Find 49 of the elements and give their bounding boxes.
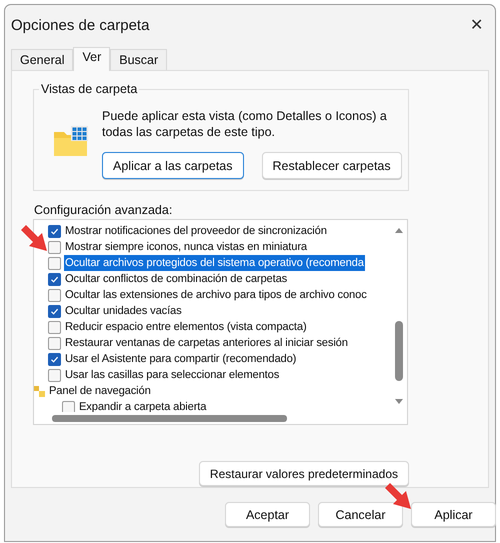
checkbox[interactable]	[48, 336, 61, 350]
option-label[interactable]: Usar las casillas para seleccionar elementos	[64, 367, 280, 383]
dialog-button[interactable]: Aplicar	[411, 502, 496, 527]
check-icon	[50, 274, 59, 284]
folder-icon	[54, 126, 88, 156]
checkbox[interactable]	[48, 272, 61, 286]
annotation-arrow	[19, 223, 49, 253]
tab[interactable]: Buscar	[110, 49, 168, 70]
checkbox[interactable]	[48, 304, 61, 318]
dialog-button[interactable]: Cancelar	[318, 502, 403, 527]
option-label[interactable]: Restaurar ventanas de carpetas anteriores al iniciar sesión	[64, 335, 349, 351]
restore-defaults-button[interactable]: Restaurar valores predeterminados	[198, 461, 409, 486]
option-label[interactable]: Reducir espacio entre elementos (vista compacta)	[64, 319, 308, 335]
group-label[interactable]: Panel de navegación	[48, 383, 152, 399]
window-title: Opciones de carpeta	[11, 16, 150, 34]
section-label: Configuración avanzada:	[34, 203, 174, 217]
checkbox[interactable]	[48, 224, 61, 238]
annotation-arrow	[383, 481, 413, 511]
scroll-down-icon[interactable]	[395, 399, 403, 404]
checkbox[interactable]	[48, 352, 61, 366]
option-label[interactable]: Ocultar unidades vacías	[64, 303, 183, 319]
check-icon	[50, 226, 59, 236]
checkbox[interactable]	[48, 256, 61, 270]
group-title: Vistas de carpeta	[39, 82, 140, 96]
option-label[interactable]: Expandir a carpeta abierta	[78, 399, 208, 412]
folder-tree-icon	[34, 386, 45, 396]
checkbox[interactable]	[48, 320, 61, 334]
checkbox[interactable]	[62, 400, 75, 412]
checkbox[interactable]	[48, 240, 61, 254]
close-button[interactable]: ✕	[470, 15, 483, 35]
tab[interactable]: Ver	[73, 47, 110, 71]
option-label[interactable]: Mostrar notificaciones del proveedor de sincronización	[64, 223, 328, 239]
check-icon	[50, 354, 59, 364]
tab[interactable]: General	[11, 49, 74, 70]
scrollbar-thumb[interactable]	[52, 415, 287, 422]
check-icon	[50, 306, 59, 316]
folder-view-button[interactable]: Restablecer carpetas	[262, 152, 402, 179]
scroll-up-icon[interactable]	[395, 228, 403, 233]
description-text: Puede aplicar esta vista (como Detalles o Iconos) a todas las carpetas de este tipo.	[102, 108, 388, 140]
dialog-button[interactable]: Aceptar	[225, 502, 310, 527]
option-label[interactable]: Ocultar las extensiones de archivo para tipos de archivo conoc	[64, 287, 368, 303]
option-label[interactable]: Ocultar archivos protegidos del sistema operativo (recomenda	[64, 255, 365, 271]
option-label[interactable]: Usar el Asistente para compartir (recomendado)	[64, 351, 298, 367]
checkbox[interactable]	[48, 368, 61, 382]
checkbox[interactable]	[48, 288, 61, 302]
option-label[interactable]: Ocultar conflictos de combinación de carpetas	[64, 271, 288, 287]
folder-view-button[interactable]: Aplicar a las carpetas	[102, 152, 244, 179]
scrollbar-thumb[interactable]	[395, 321, 403, 381]
option-label[interactable]: Mostrar siempre iconos, nunca vistas en miniatura	[64, 239, 308, 255]
